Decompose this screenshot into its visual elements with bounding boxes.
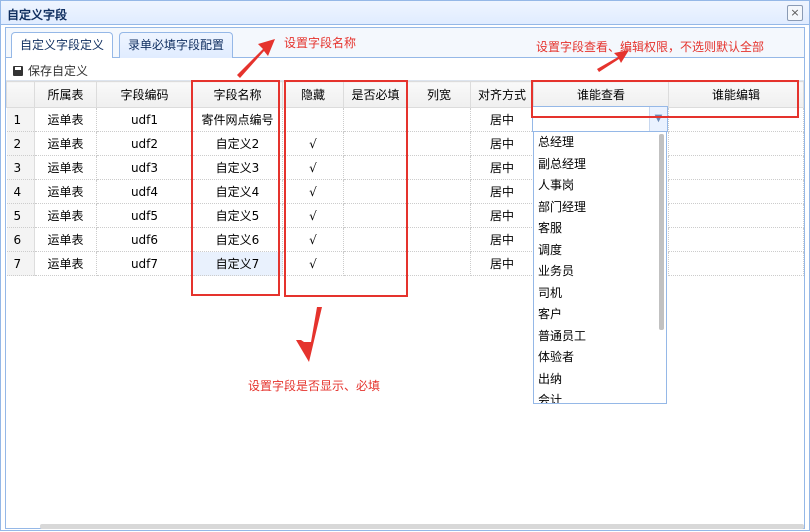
cell-who-can-edit[interactable] [668,155,804,180]
save-custom-label: 保存自定义 [28,64,89,78]
cell-column-width[interactable] [407,251,471,276]
who-can-view-dropdown: 总经理 副总经理 人事岗 部门经理 客服 调度 业务员 司机 客户 普通员工 体… [533,132,667,404]
field-name-highlight-box [191,80,280,296]
dialog-titlebar: 自定义字段 × [1,1,809,25]
cell-field-code[interactable]: udf5 [96,203,193,228]
dropdown-option[interactable]: 出纳 [534,369,666,391]
cell-table[interactable]: 运单表 [34,203,97,228]
dropdown-option[interactable]: 体验者 [534,347,666,369]
cell-who-can-edit[interactable] [668,179,804,204]
cell-alignment[interactable]: 居中 [470,155,534,180]
row-number: 3 [6,155,35,180]
toolbar: 保存自定义 [6,58,804,81]
cell-table[interactable]: 运单表 [34,251,97,276]
cell-field-code[interactable]: udf7 [96,251,193,276]
cell-field-code[interactable]: udf2 [96,131,193,156]
cell-column-width[interactable] [407,155,471,180]
horizontal-scrollbar[interactable] [40,524,804,529]
dropdown-option[interactable]: 调度 [534,240,666,262]
dropdown-option[interactable]: 客户 [534,304,666,326]
cell-alignment[interactable]: 居中 [470,179,534,204]
row-number: 6 [6,227,35,252]
tab-custom-field-definition[interactable]: 自定义字段定义 [11,32,114,59]
dropdown-scrollbar[interactable] [659,134,664,330]
cell-field-code[interactable]: udf6 [96,227,193,252]
cell-alignment[interactable]: 居中 [470,107,534,132]
header-field-code[interactable]: 字段编码 [96,81,193,108]
annotation-field-name: 设置字段名称 [284,36,357,50]
cell-who-can-edit[interactable] [668,227,804,252]
cell-who-can-edit[interactable] [668,203,804,228]
cell-table[interactable]: 运单表 [34,155,97,180]
cell-who-can-edit[interactable] [668,251,804,276]
cell-column-width[interactable] [407,131,471,156]
cell-alignment[interactable]: 居中 [470,131,534,156]
save-icon [13,66,23,76]
row-number: 1 [6,107,35,132]
dropdown-option[interactable]: 司机 [534,283,666,305]
visibility-required-highlight-box [284,80,408,297]
cell-field-code[interactable]: udf3 [96,155,193,180]
cell-alignment[interactable]: 居中 [470,203,534,228]
header-row-number [6,81,35,108]
close-icon[interactable]: × [787,5,803,21]
cell-table[interactable]: 运单表 [34,227,97,252]
dropdown-option[interactable]: 普通员工 [534,326,666,348]
cell-field-code[interactable]: udf4 [96,179,193,204]
cell-column-width[interactable] [407,227,471,252]
dropdown-option[interactable]: 客服 [534,218,666,240]
annotation-permissions: 设置字段查看、编辑权限，不选则默认全部 [536,40,765,54]
cell-alignment[interactable]: 居中 [470,251,534,276]
save-custom-button[interactable]: 保存自定义 [13,62,88,79]
row-number: 5 [6,203,35,228]
header-table[interactable]: 所属表 [34,81,97,108]
cell-table[interactable]: 运单表 [34,131,97,156]
dropdown-option[interactable]: 总经理 [534,132,666,154]
row-number: 2 [6,131,35,156]
row-number: 7 [6,251,35,276]
tab-required-field-config[interactable]: 录单必填字段配置 [119,32,234,58]
custom-field-dialog: 自定义字段 × 自定义字段定义 录单必填字段配置 保存自定义 所属表 字段编码 … [0,0,810,531]
cell-column-width[interactable] [407,179,471,204]
dropdown-option[interactable]: 会计 [534,390,666,403]
header-column-width[interactable]: 列宽 [407,81,471,108]
header-alignment[interactable]: 对齐方式 [470,81,534,108]
dropdown-option[interactable]: 业务员 [534,261,666,283]
cell-alignment[interactable]: 居中 [470,227,534,252]
permissions-highlight-box [531,80,799,118]
cell-table[interactable]: 运单表 [34,179,97,204]
cell-column-width[interactable] [407,203,471,228]
annotation-visibility-required: 设置字段是否显示、必填 [248,379,381,393]
row-number: 4 [6,179,35,204]
cell-column-width[interactable] [407,107,471,132]
cell-field-code[interactable]: udf1 [96,107,193,132]
dropdown-option[interactable]: 人事岗 [534,175,666,197]
dialog-title: 自定义字段 [7,8,68,22]
dropdown-option[interactable]: 部门经理 [534,197,666,219]
cell-table[interactable]: 运单表 [34,107,97,132]
cell-who-can-edit[interactable] [668,131,804,156]
dropdown-option[interactable]: 副总经理 [534,154,666,176]
